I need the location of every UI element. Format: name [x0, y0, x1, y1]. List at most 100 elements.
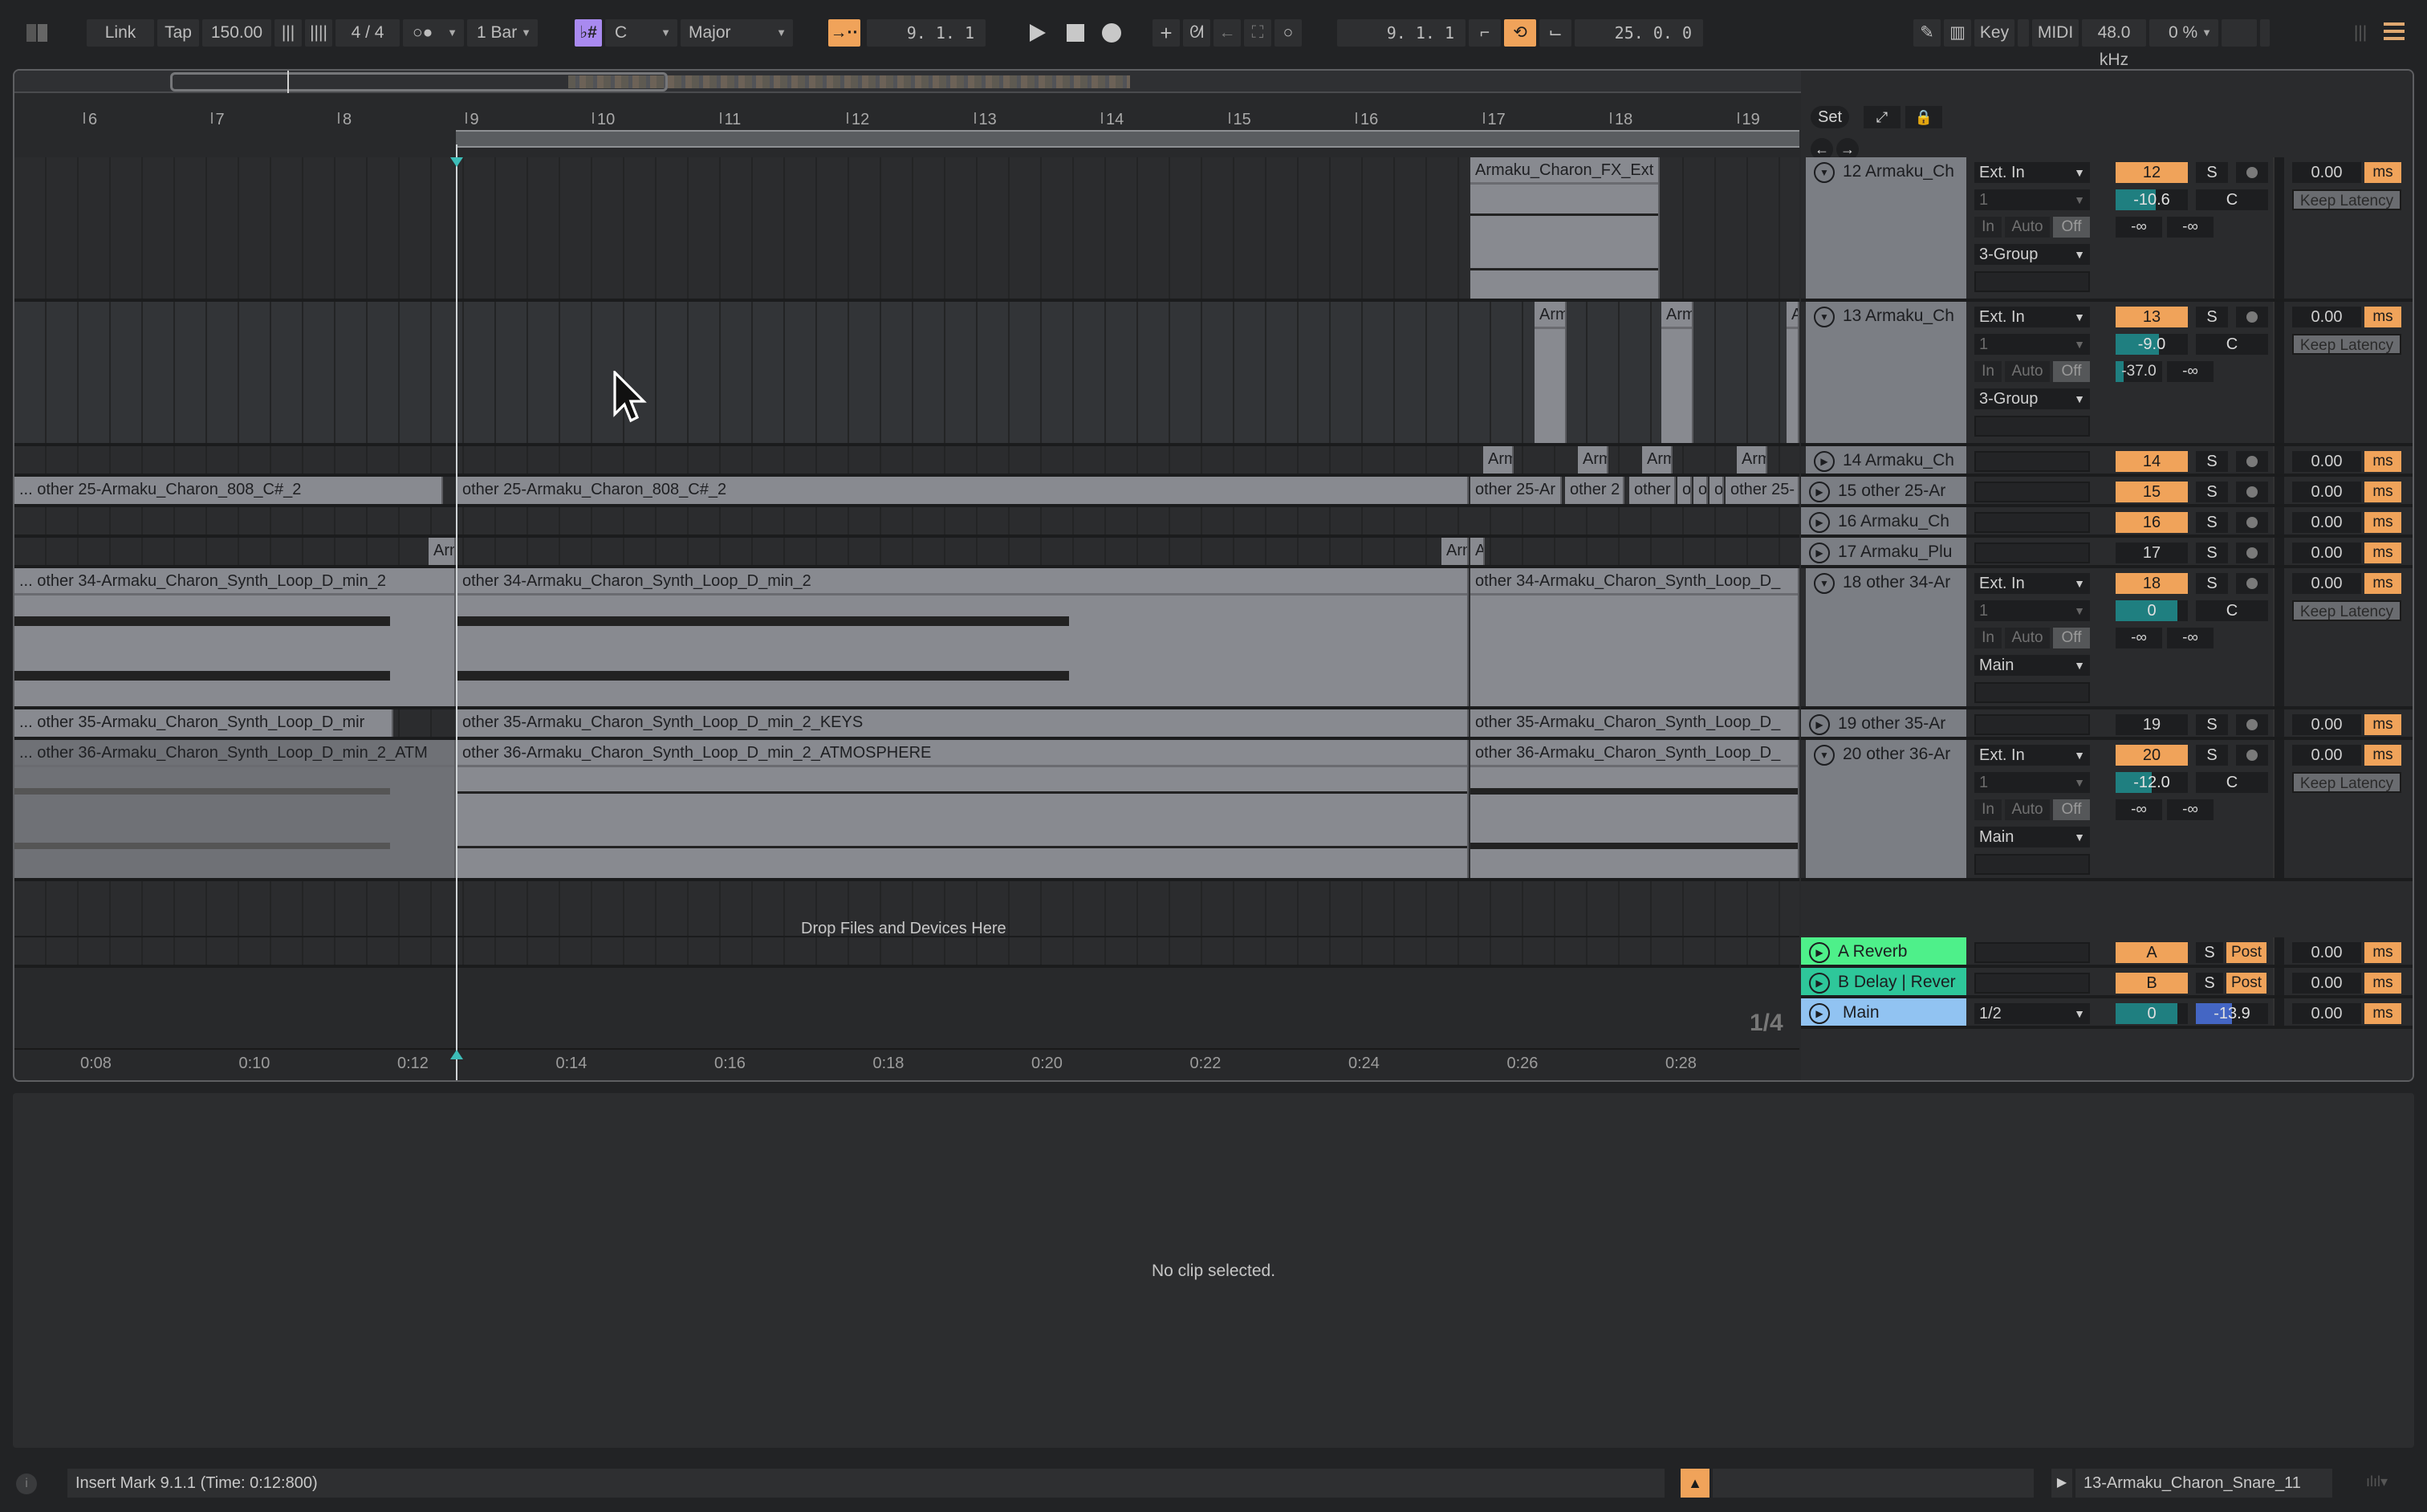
track-delay-field[interactable]: 0.00 [2292, 1003, 2361, 1024]
send-a-field[interactable]: -∞ [2116, 628, 2162, 648]
audio-clip[interactable]: ... other 35-Armaku_Charon_Synth_Loop_D_… [14, 709, 393, 737]
solo-button[interactable]: S [2196, 942, 2223, 963]
input-type-select[interactable] [1974, 451, 2090, 472]
time-ruler[interactable]: 0:08 0:10 0:12 0:14 0:16 0:18 0:20 0:22 0:24 0:26… [14, 1048, 1799, 1080]
fold-closed-icon[interactable]: ▶ [1809, 1003, 1830, 1024]
audio-clip[interactable]: ... other 36-Armaku_Charon_Synth_Loop_D_… [14, 740, 456, 878]
track-delay-field[interactable]: 0.00 [2292, 714, 2361, 735]
audio-clip[interactable]: Arm [1661, 302, 1693, 443]
loop-length-field[interactable]: 25. 0. 0 [1575, 19, 1703, 47]
cpu-meter[interactable]: 0 % ▼ [2149, 19, 2218, 47]
punch-in-button[interactable]: ⌐ [1469, 19, 1501, 47]
record-button[interactable] [1100, 19, 1124, 47]
delay-unit-button[interactable]: ms [2364, 543, 2401, 563]
lane-track-12[interactable]: Armaku_Charon_FX_Ext [14, 157, 1799, 302]
automation-arm-button[interactable]: ᘛ [1183, 19, 1210, 47]
show-detail-button[interactable]: ▲ [1681, 1469, 1709, 1498]
audio-clip[interactable]: Arm [1578, 446, 1608, 474]
output-channel-select[interactable] [1974, 271, 2090, 292]
nudge-up-icon[interactable]: |||| [305, 19, 332, 47]
lane-track-18[interactable]: ... other 34-Armaku_Charon_Synth_Loop_D_… [14, 568, 1799, 709]
info-icon[interactable]: i [16, 1473, 37, 1494]
input-channel-select[interactable]: 1 ▼ [1974, 600, 2090, 621]
send-a-field[interactable]: -∞ [2116, 799, 2162, 820]
volume-field[interactable]: -9.0 [2116, 334, 2188, 355]
lock-button[interactable]: 🔒 [1905, 106, 1942, 128]
back-to-arrangement-button[interactable]: ← [1214, 19, 1241, 47]
send-b-field[interactable]: -∞ [2167, 217, 2214, 238]
capture-button[interactable]: ⛶ [1244, 19, 1271, 47]
loop-start-field[interactable]: 9. 1. 1 [1337, 19, 1466, 47]
arm-button[interactable] [2236, 714, 2268, 735]
lane-track-20[interactable]: ... other 36-Armaku_Charon_Synth_Loop_D_… [14, 740, 1799, 881]
arm-button[interactable] [2236, 482, 2268, 502]
arm-button[interactable] [2236, 745, 2268, 766]
input-channel-select[interactable]: 1 ▼ [1974, 334, 2090, 355]
keep-latency-button[interactable]: Keep Latency [2292, 189, 2401, 210]
volume-field[interactable]: 0 [2116, 600, 2188, 621]
fold-open-icon[interactable]: ▼ [1814, 745, 1835, 766]
scale-mode-toggle[interactable]: ♭# [575, 19, 602, 47]
track-header[interactable]: ▼ 20 other 36-Ar [1806, 740, 1966, 878]
track-activator-button[interactable]: 19 [2116, 714, 2188, 735]
arm-button[interactable] [2236, 543, 2268, 563]
input-type-select[interactable] [1974, 714, 2090, 735]
monitor-auto-button[interactable]: Auto [2005, 217, 2050, 238]
play-button[interactable] [1026, 19, 1050, 47]
insert-marker[interactable] [456, 144, 457, 1080]
monitor-auto-button[interactable]: Auto [2005, 628, 2050, 648]
lane-track-15[interactable]: ... other 25-Armaku_Charon_808_C#_2 othe… [14, 477, 1799, 507]
fold-closed-icon[interactable]: ▶ [1809, 543, 1830, 563]
pan-field[interactable]: C [2196, 189, 2268, 210]
input-type-select[interactable]: Ext. In ▼ [1974, 573, 2090, 594]
track-activator-button[interactable]: 18 [2116, 573, 2188, 594]
track-delay-field[interactable]: 0.00 [2292, 482, 2361, 502]
follow-button[interactable]: →·· [828, 19, 860, 47]
time-signature-field[interactable]: 4 / 4 [335, 19, 400, 47]
audio-clip[interactable]: o [1693, 477, 1708, 504]
output-select[interactable]: 3-Group ▼ [1974, 244, 2090, 265]
input-type-select[interactable]: Ext. In ▼ [1974, 307, 2090, 327]
track-header[interactable]: ▶ 15 other 25-Ar [1801, 477, 1966, 504]
track-header[interactable]: ▶ 17 Armaku_Plu [1801, 538, 1966, 565]
monitor-in-button[interactable]: In [1974, 361, 2002, 382]
solo-button[interactable]: S [2196, 162, 2228, 183]
computer-keyboard-button[interactable]: ▥ [1944, 19, 1971, 47]
track-delay-field[interactable]: 0.00 [2292, 512, 2361, 533]
audio-clip[interactable]: A [1787, 302, 1799, 443]
play-clip-button[interactable]: ▶ [2051, 1469, 2072, 1498]
tempo-field[interactable]: 150.00 [202, 19, 271, 47]
solo-button[interactable]: S [2196, 543, 2228, 563]
track-delay-field[interactable]: 0.00 [2292, 162, 2361, 183]
output-channel-select[interactable] [1974, 854, 2090, 875]
audio-clip[interactable]: ... other 34-Armaku_Charon_Synth_Loop_D_… [14, 568, 456, 706]
track-activator-button[interactable]: 13 [2116, 307, 2188, 327]
fold-closed-icon[interactable]: ▶ [1809, 512, 1830, 533]
monitor-in-button[interactable]: In [1974, 628, 2002, 648]
lane-track-13[interactable]: Arm Arm A [14, 302, 1799, 446]
audio-clip[interactable]: Arm [1642, 446, 1673, 474]
arm-button[interactable] [2236, 573, 2268, 594]
keep-latency-button[interactable]: Keep Latency [2292, 334, 2401, 355]
send-a-field[interactable]: -37.0 [2116, 361, 2162, 382]
monitor-off-button[interactable]: Off [2053, 628, 2090, 648]
set-button[interactable]: Set [1811, 106, 1849, 128]
volume-field[interactable]: 0 [2116, 1003, 2188, 1024]
audio-clip[interactable]: other 34-Armaku_Charon_Synth_Loop_D_min_… [457, 568, 1469, 706]
track-activator-button[interactable]: 12 [2116, 162, 2188, 183]
volume-field[interactable]: -12.0 [2116, 772, 2188, 793]
input-type-select[interactable] [1974, 512, 2090, 533]
track-delay-field[interactable]: 0.00 [2292, 573, 2361, 594]
track-header[interactable]: ▶ Main [1801, 998, 1966, 1026]
audio-clip[interactable]: Arm [1483, 446, 1514, 474]
send-b-field[interactable]: -∞ [2167, 361, 2214, 382]
delay-unit-button[interactable]: ms [2364, 482, 2401, 502]
key-root-select[interactable]: C ▼ [605, 19, 677, 47]
monitor-auto-button[interactable]: Auto [2005, 799, 2050, 820]
audio-clip[interactable]: ... other 25-Armaku_Charon_808_C#_2 [14, 477, 443, 504]
metronome-button[interactable]: ○● ▼ [403, 19, 464, 47]
pan-field[interactable]: C [2196, 772, 2268, 793]
solo-button[interactable]: S [2196, 451, 2228, 472]
output-channel-select[interactable] [1974, 416, 2090, 437]
audio-clip[interactable]: Armaku_Charon_FX_Ext [1470, 157, 1660, 299]
